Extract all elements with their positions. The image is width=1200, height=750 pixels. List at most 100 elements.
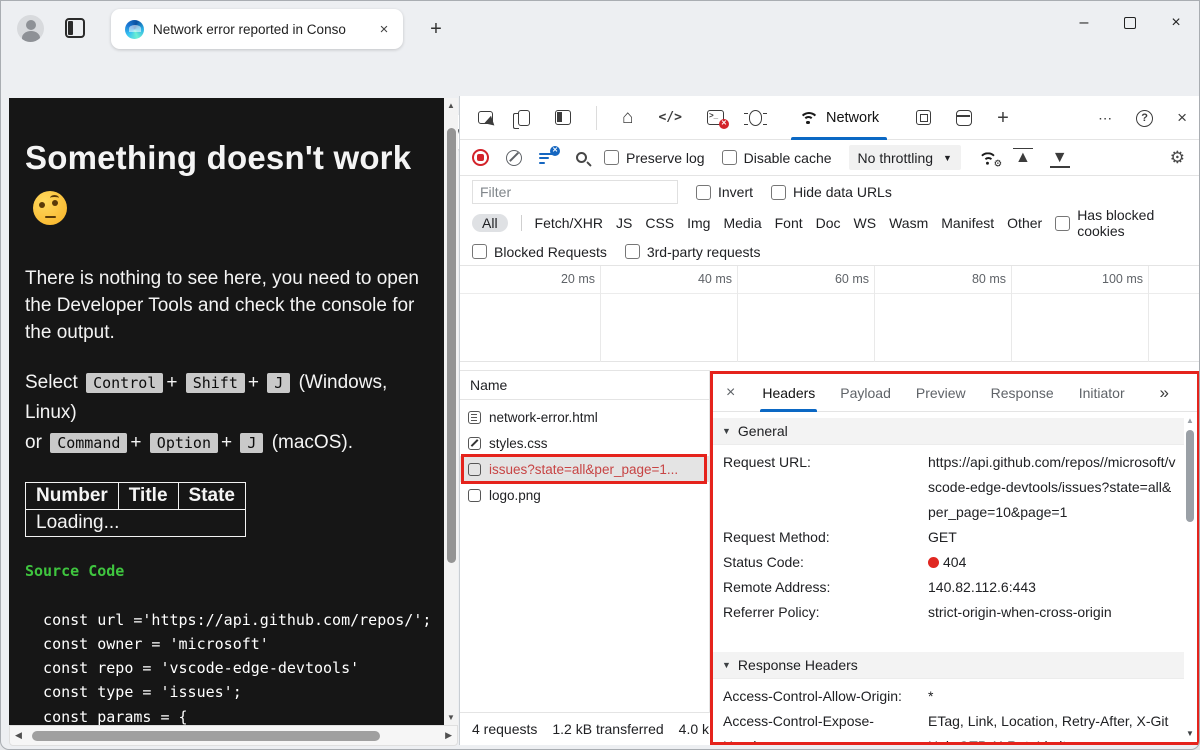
minimize-button[interactable]: – [1061, 1, 1107, 45]
disable-cache-option[interactable]: Disable cache [722, 150, 832, 166]
devtools-more-icon[interactable]: ⋯ [1098, 110, 1112, 127]
scroll-down-icon[interactable]: ▼ [444, 713, 458, 722]
disable-cache-checkbox[interactable] [722, 150, 737, 165]
vertical-scroll-thumb[interactable] [447, 128, 456, 563]
network-settings-gear-icon[interactable]: ⚙ [1170, 149, 1185, 166]
filter-type-css[interactable]: CSS [645, 215, 674, 231]
general-section-header[interactable]: ▼ General [713, 418, 1184, 445]
request-name: styles.css [489, 436, 548, 451]
filter-input[interactable] [472, 180, 678, 204]
tab-payload[interactable]: Payload [840, 374, 891, 412]
third-party-checkbox[interactable] [625, 244, 640, 259]
search-icon[interactable] [576, 152, 587, 163]
scroll-left-icon[interactable]: ◀ [15, 730, 22, 741]
issues-loading-cell: Loading... [26, 510, 246, 537]
device-emulation-icon[interactable] [518, 110, 530, 126]
scroll-right-icon[interactable]: ▶ [445, 730, 452, 741]
close-window-button[interactable]: × [1153, 1, 1199, 45]
filter-type-media[interactable]: Media [723, 215, 761, 231]
more-tools-plus-icon[interactable]: + [997, 108, 1009, 128]
filter-type-fetchxhr[interactable]: Fetch/XHR [535, 215, 603, 231]
response-headers-section-header[interactable]: ▼ Response Headers [713, 652, 1184, 679]
tab-strip: Network error reported in Conso × + – × [1, 1, 1199, 57]
tab-initiator[interactable]: Initiator [1079, 374, 1125, 412]
hide-data-urls-checkbox[interactable] [771, 185, 786, 200]
tab-close-icon[interactable]: × [375, 21, 393, 38]
console-tab-icon[interactable]: ✕ [707, 110, 724, 125]
preserve-log-checkbox[interactable] [604, 150, 619, 165]
header-label: Request Method: [713, 525, 928, 550]
collapse-caret-icon: ▼ [722, 660, 731, 670]
hide-data-urls-option[interactable]: Hide data URLs [771, 184, 892, 200]
network-tab[interactable]: Network [787, 96, 891, 140]
export-har-icon[interactable]: ▼ [1050, 149, 1070, 167]
network-conditions-icon[interactable]: ⚙ [978, 151, 995, 164]
details-scroll-thumb[interactable] [1186, 430, 1194, 522]
stylesheet-file-icon [468, 437, 481, 450]
blocked-filters-row: Blocked Requests 3rd-party requests [460, 238, 1199, 266]
filter-type-doc[interactable]: Doc [816, 215, 841, 231]
third-party-option[interactable]: 3rd-party requests [625, 244, 761, 260]
scroll-up-icon[interactable]: ▲ [1184, 416, 1196, 425]
filter-type-wasm[interactable]: Wasm [889, 215, 928, 231]
close-details-icon[interactable]: × [726, 384, 735, 402]
browser-tab[interactable]: Network error reported in Conso × [111, 9, 403, 49]
tab-headers[interactable]: Headers [762, 374, 815, 412]
profile-avatar-icon[interactable] [17, 15, 44, 42]
filter-type-manifest[interactable]: Manifest [941, 215, 994, 231]
timeline-overview[interactable]: 20 ms 40 ms 60 ms 80 ms 100 ms [460, 266, 1199, 362]
tick-100ms: 100 ms [1102, 272, 1143, 286]
request-row-styles-css[interactable]: styles.css [460, 430, 709, 456]
workspaces-icon[interactable] [65, 18, 85, 38]
welcome-tab-icon[interactable]: ⌂ [622, 108, 633, 127]
import-har-icon[interactable]: ▲ [1013, 149, 1033, 167]
tab-preview[interactable]: Preview [916, 374, 966, 412]
horizontal-scroll-thumb[interactable] [32, 731, 380, 741]
more-tabs-chevron-icon[interactable]: » [1160, 374, 1169, 412]
header-label: Referrer Policy: [713, 600, 928, 625]
header-label: Status Code: [713, 550, 928, 575]
filter-type-font[interactable]: Font [775, 215, 803, 231]
new-tab-button[interactable]: + [423, 17, 449, 43]
request-row-logo-png[interactable]: logo.png [460, 482, 709, 508]
filter-toggle-button[interactable]: ✕ [539, 151, 555, 165]
tick-40ms: 40 ms [698, 272, 732, 286]
dock-side-icon[interactable] [555, 110, 571, 125]
header-label: Access-Control-Expose-Headers: [713, 709, 928, 745]
status-code-value: 404 [943, 554, 966, 570]
throttling-dropdown[interactable]: No throttling▼ [849, 145, 961, 170]
debug-tab-icon[interactable] [749, 110, 762, 126]
application-tab-icon[interactable] [956, 110, 972, 126]
devtools-help-icon[interactable]: ? [1136, 110, 1153, 127]
mini-gear-icon: ⚙ [994, 158, 1003, 168]
blocked-requests-option[interactable]: Blocked Requests [472, 244, 607, 260]
maximize-button[interactable] [1107, 1, 1153, 45]
filter-type-all[interactable]: All [472, 214, 508, 232]
devtools-close-icon[interactable]: × [1177, 108, 1187, 128]
invert-option[interactable]: Invert [696, 184, 753, 200]
filter-type-js[interactable]: JS [616, 215, 632, 231]
inspect-element-icon[interactable] [478, 111, 493, 124]
page-horizontal-scrollbar[interactable]: ◀ ▶ [9, 725, 458, 746]
requests-name-column-header[interactable]: Name [460, 370, 709, 400]
record-network-log-button[interactable] [472, 149, 489, 166]
window-content: Something doesn't work There is nothing … [1, 96, 1199, 745]
clear-network-log-button[interactable] [506, 150, 522, 166]
has-blocked-cookies-checkbox[interactable] [1055, 216, 1070, 231]
details-scrollbar[interactable]: ▲ ▼ [1184, 414, 1196, 740]
request-row-network-error-html[interactable]: network-error.html [460, 404, 709, 430]
scroll-up-icon[interactable]: ▲ [444, 101, 458, 110]
elements-tab-icon[interactable]: </> [658, 110, 681, 125]
performance-tab-icon[interactable] [916, 110, 931, 125]
invert-checkbox[interactable] [696, 185, 711, 200]
filter-badge: ✕ [550, 146, 560, 156]
preserve-log-option[interactable]: Preserve log [604, 150, 705, 166]
has-blocked-cookies-option[interactable]: Has blocked cookies [1055, 207, 1199, 239]
tab-response[interactable]: Response [991, 374, 1054, 412]
filter-type-other[interactable]: Other [1007, 215, 1042, 231]
scroll-down-icon[interactable]: ▼ [1184, 729, 1196, 738]
blocked-requests-checkbox[interactable] [472, 244, 487, 259]
page-vertical-scrollbar[interactable]: ▲ ▼ [444, 98, 458, 725]
filter-type-img[interactable]: Img [687, 215, 710, 231]
filter-type-ws[interactable]: WS [854, 215, 877, 231]
